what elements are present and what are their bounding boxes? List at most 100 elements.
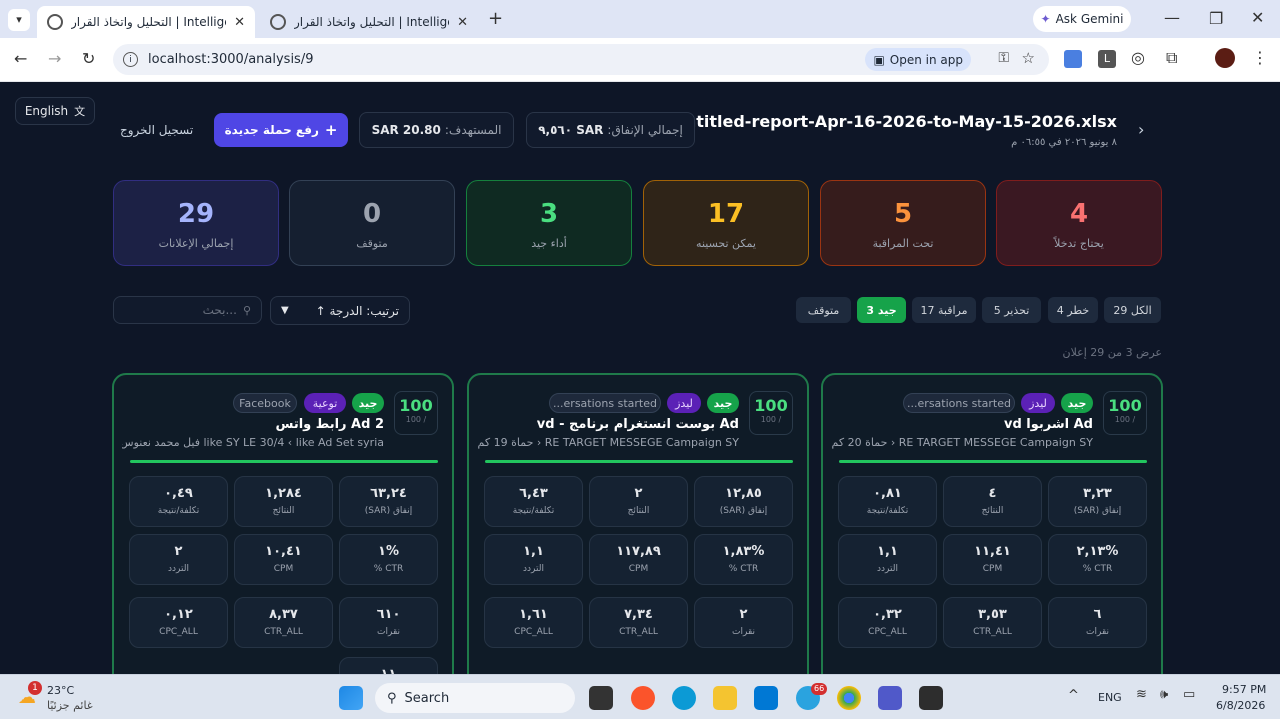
filter-paused[interactable]: متوقف — [796, 297, 851, 323]
vscode-icon[interactable] — [754, 686, 778, 710]
url-field[interactable]: i localhost:3000/analysis/9 ▣ Open in ap… — [113, 44, 1049, 75]
minimize-icon[interactable]: — — [1164, 8, 1180, 27]
filter-all[interactable]: الكل 29 — [1104, 297, 1161, 323]
browser-menu-icon[interactable]: ⋮ — [1252, 48, 1268, 67]
upload-campaign-button[interactable]: + رفع حملة جديدة — [214, 113, 348, 147]
language-toggle-button[interactable]: English 文 — [15, 97, 95, 125]
extension-l-icon[interactable]: L — [1098, 50, 1116, 68]
total-spend-badge: إجمالي الإنفاق: SAR ٩,٥٦٠ — [526, 112, 695, 148]
key-icon[interactable]: ⚿ — [998, 50, 1009, 66]
stat-total-ads[interactable]: 29 إجمالي الإعلانات — [113, 180, 279, 266]
chevron-right-icon[interactable]: › — [1138, 120, 1144, 139]
metric-value: ٠,٤٩ — [164, 486, 193, 501]
file-explorer-icon[interactable] — [713, 686, 737, 710]
brave-icon[interactable] — [631, 686, 655, 710]
reload-icon[interactable]: ↻ — [82, 49, 95, 68]
filter-warning[interactable]: تحذير 5 — [982, 297, 1041, 323]
metric-cost-per-result: ٠,٨١ تكلفة/نتيجة — [838, 476, 937, 527]
back-icon[interactable]: ← — [14, 49, 27, 68]
filter-watch[interactable]: مراقبة 17 — [912, 297, 976, 323]
filter-good[interactable]: جيد 3 — [857, 297, 906, 323]
stat-value: 29 — [177, 199, 215, 229]
metric-results: ٢ النتائج — [589, 476, 688, 527]
platform-badge: Facebook — [233, 393, 297, 413]
metric-label: CTR_ALL — [619, 627, 658, 637]
metric-value: ١١ — [340, 667, 437, 674]
score-box: 100 / 100 — [1103, 391, 1147, 435]
metric-cpc-all: ٠,١٢ CPC_ALL — [129, 597, 228, 648]
close-tab-icon[interactable]: ✕ — [457, 15, 468, 30]
profile-avatar[interactable] — [1215, 48, 1235, 68]
input-language[interactable]: ENG — [1098, 691, 1122, 704]
site-info-icon[interactable]: i — [123, 52, 138, 67]
close-window-icon[interactable]: ✕ — [1251, 8, 1264, 27]
clock-time[interactable]: 9:57 PM — [1222, 683, 1266, 696]
metric-label: نقرات — [732, 627, 755, 637]
metric-label: النتائج — [981, 506, 1004, 516]
ad-card[interactable]: 100 / 100 جيد ليدز ersations started... … — [821, 373, 1163, 674]
clock-date[interactable]: 6/8/2026 — [1216, 699, 1265, 712]
terminal-icon[interactable] — [919, 686, 943, 710]
stat-paused[interactable]: 0 متوقف — [289, 180, 455, 266]
upload-campaign-label: رفع حملة جديدة — [224, 123, 319, 137]
ad-name: Ad بوست انستغرام برنامج - vd — [536, 417, 739, 432]
volume-icon[interactable]: 🕪 — [1160, 687, 1168, 702]
score-bar — [130, 460, 438, 463]
metric-value: ٦,٤٣ — [519, 486, 548, 501]
ask-gemini-button[interactable]: ✦ Ask Gemini — [1033, 6, 1131, 32]
report-date: ٨ يونيو ٢٠٢٦ في ٠٦:٥٥ م — [1011, 137, 1117, 148]
stat-under-watch[interactable]: 5 تحت المراقبة — [820, 180, 986, 266]
tab-search-button[interactable]: ▾ — [8, 9, 30, 31]
metric-value: ١١,٤١ — [974, 544, 1011, 559]
language-label: English — [24, 104, 69, 118]
metric-label: CPM — [273, 564, 294, 574]
task-view-icon[interactable] — [589, 686, 613, 710]
ad-card[interactable]: 100 / 100 جيد ليدز ersations started... … — [467, 373, 809, 674]
metric-ctr-all: ٧,٣٤ CTR_ALL — [589, 597, 688, 648]
logout-link[interactable]: تسجيل الخروج — [120, 123, 193, 137]
metric-frequency: ١,١ التردد — [484, 534, 583, 585]
chrome-icon[interactable] — [837, 686, 861, 710]
ad-card[interactable]: 100 / 100 جيد توعية Facebook Ad 2 رابط و… — [112, 373, 454, 674]
metric-value: %١ — [378, 544, 399, 559]
metric-label: تكلفة/نتيجة — [512, 506, 555, 516]
maximize-icon[interactable]: ❐ — [1209, 9, 1223, 28]
teams-icon[interactable] — [878, 686, 902, 710]
target-label: المستهدف: — [444, 123, 502, 137]
stat-good-performance[interactable]: 3 أداء جيد — [466, 180, 632, 266]
filter-danger[interactable]: خطر 4 — [1048, 297, 1098, 323]
forward-icon[interactable]: → — [48, 49, 61, 68]
open-in-app-button[interactable]: ▣ Open in app — [865, 48, 971, 71]
new-tab-button[interactable]: + — [488, 8, 503, 29]
edge-icon[interactable] — [672, 686, 696, 710]
metric-extra: ١١ — [339, 657, 438, 674]
weather-widget[interactable]: ☁ 1 23°C غائم جزئيًا — [16, 681, 106, 715]
metric-cost-per-result: ٠,٤٩ تكلفة/نتيجة — [129, 476, 228, 527]
metric-ctr-all: ٣,٥٣ CTR_ALL — [943, 597, 1042, 648]
search-input[interactable]: بحث... ⚲ — [113, 296, 262, 324]
extension-circle-icon[interactable]: ◎ — [1131, 48, 1145, 67]
close-tab-icon[interactable]: ✕ — [234, 15, 245, 30]
wifi-icon[interactable]: ≋ — [1136, 687, 1147, 702]
metric-results: ١,٢٨٤ النتائج — [234, 476, 333, 527]
bookmark-star-icon[interactable]: ☆ — [1022, 49, 1035, 67]
stat-value: 4 — [1069, 199, 1089, 229]
start-icon[interactable] — [339, 686, 363, 710]
tray-chevron-up-icon[interactable]: ^ — [1068, 688, 1079, 703]
metric-label: تكلفة/نتيجة — [157, 506, 200, 516]
metric-value: ١,٦١ — [519, 607, 548, 622]
score-value: 100 — [754, 396, 788, 415]
extensions-puzzle-icon[interactable]: ⧉ — [1166, 48, 1177, 68]
tab-inactive[interactable]: التحليل واتخاذ القرار | Intelligence ✕ — [260, 6, 478, 38]
stat-can-improve[interactable]: 17 يمكن تحسينه — [643, 180, 809, 266]
search-placeholder: بحث... — [202, 303, 237, 317]
translate-extension-icon[interactable] — [1064, 50, 1082, 68]
metric-clicks: ٦ نقرات — [1048, 597, 1147, 648]
metric-label: التردد — [168, 564, 189, 574]
taskbar-search[interactable]: ⚲ Search — [375, 683, 575, 713]
sort-select[interactable]: ترتيب: الدرجة ↑ ▼ — [270, 296, 410, 325]
metric-label: نقرات — [1086, 627, 1109, 637]
battery-icon[interactable]: ▭ — [1183, 687, 1195, 702]
tab-active[interactable]: التحليل واتخاذ القرار | Intelligence ✕ — [37, 6, 255, 38]
stat-needs-intervention[interactable]: 4 يحتاج تدخلاً — [996, 180, 1162, 266]
